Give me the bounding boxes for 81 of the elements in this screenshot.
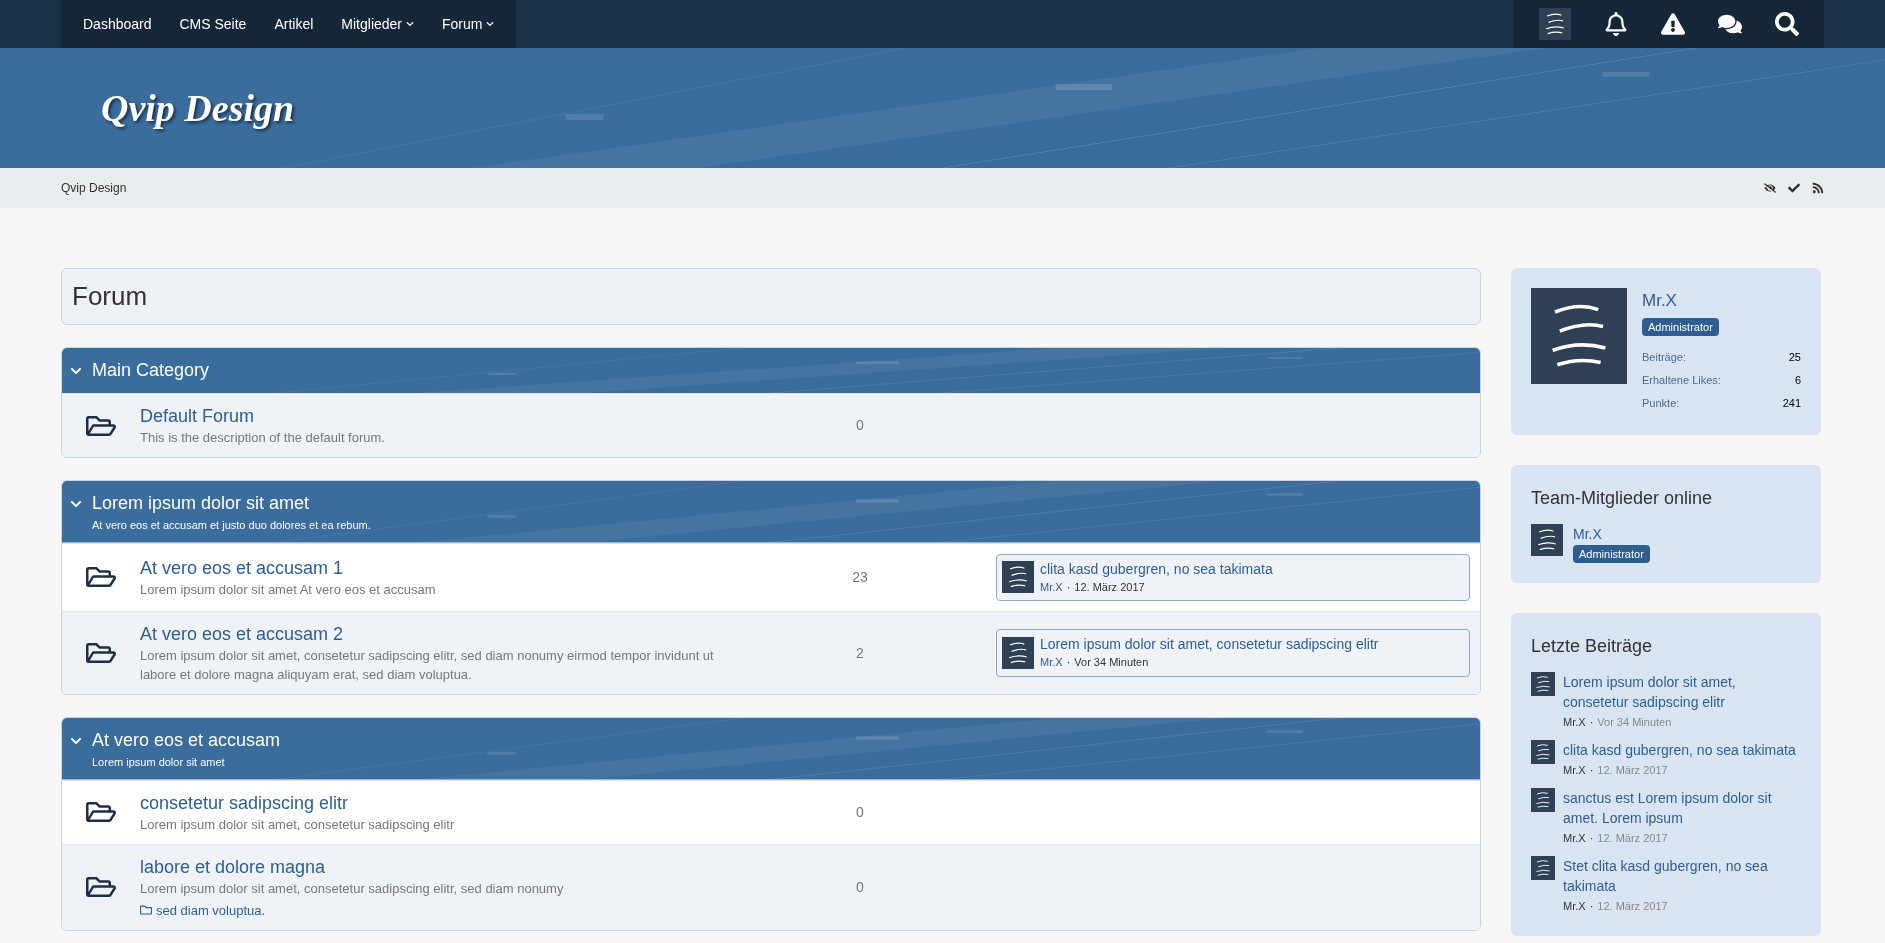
avatar xyxy=(1002,561,1034,594)
forum-description: Lorem ipsum dolor sit amet, consetetur sadipscing elitr xyxy=(140,815,456,834)
bell-icon[interactable] xyxy=(1603,12,1628,36)
category-title[interactable]: At vero eos et accusam xyxy=(92,727,281,754)
separator-dot: · xyxy=(1589,899,1594,914)
forum-title[interactable]: labore et dolore magna xyxy=(140,854,740,879)
last-post-title[interactable]: Lorem ipsum dolor sit amet, consetetur sadipscing elitr xyxy=(1040,635,1379,655)
forum-title[interactable]: At vero eos et accusam 1 xyxy=(140,555,740,580)
user-name[interactable]: Mr.X xyxy=(1573,523,1602,545)
separator-dot: · xyxy=(1589,831,1594,846)
rss-icon[interactable] xyxy=(1812,182,1824,194)
forum-title[interactable]: At vero eos et accusam 2 xyxy=(140,622,740,646)
search-icon[interactable] xyxy=(1775,12,1800,36)
forum-description: Lorem ipsum dolor sit amet, consetetur sadipscing elitr, sed diam nonumy eirmod tempor invidunt ut labore et dolore magna aliquyam erat, sed diam voluptua. xyxy=(140,647,715,684)
post-time: 12. März 2017 xyxy=(1074,579,1145,595)
chat-icon[interactable] xyxy=(1718,12,1743,36)
author-link[interactable]: Mr.X xyxy=(1563,896,1586,916)
avatar xyxy=(1531,788,1555,812)
post-count: 2 xyxy=(856,643,864,663)
forum-description: Lorem ipsum dolor sit amet At vero eos et accusam xyxy=(140,580,437,599)
stat-label: Punkte: xyxy=(1642,395,1680,411)
avatar xyxy=(1531,740,1555,764)
stat-value: 6 xyxy=(1794,372,1801,388)
category-description: At vero eos et accusam et justo duo dolores et ea rebum. xyxy=(91,518,372,533)
post-time: 12. März 2017 xyxy=(1597,899,1668,914)
author-link[interactable]: Mr.X xyxy=(1563,828,1586,848)
warning-icon[interactable] xyxy=(1660,12,1685,36)
author-link[interactable]: Mr.X xyxy=(1040,578,1063,595)
last-post-title[interactable]: clita kasd gubergren, no sea takimata xyxy=(1040,559,1273,579)
breadcrumb-link[interactable]: Qvip Design xyxy=(61,179,127,197)
category-title[interactable]: Main Category xyxy=(92,357,210,384)
stat-label: Beiträge: xyxy=(1642,349,1687,365)
check-icon[interactable] xyxy=(1788,182,1800,194)
category-title[interactable]: Lorem ipsum dolor sit amet xyxy=(92,490,310,517)
avatar xyxy=(1002,637,1034,669)
post-time: Vor 34 Minuten xyxy=(1074,655,1149,671)
post-count: 0 xyxy=(856,877,864,897)
forum-title[interactable]: Default Forum xyxy=(140,404,740,428)
page-title: Forum xyxy=(61,268,1481,325)
nav-link[interactable]: Artikel xyxy=(260,0,328,48)
user-name[interactable]: Mr.X xyxy=(1642,288,1801,314)
post-time: 12. März 2017 xyxy=(1597,763,1668,778)
stat-value: 25 xyxy=(1788,349,1801,365)
subforum-link[interactable]: sed diam voluptua. xyxy=(156,900,266,920)
nav-link[interactable]: CMS Seite xyxy=(165,0,261,48)
forum-title[interactable]: consetetur sadipscing elitr xyxy=(140,790,740,815)
avatar xyxy=(1538,8,1571,40)
post-link[interactable]: clita kasd gubergren, no sea takimata xyxy=(1563,740,1796,760)
separator-dot: · xyxy=(1066,579,1071,595)
author-link[interactable]: Mr.X xyxy=(1563,760,1586,780)
post-count: 0 xyxy=(856,416,864,435)
author-link[interactable]: Mr.X xyxy=(1040,654,1063,671)
avatar xyxy=(1531,523,1563,556)
post-count: 23 xyxy=(852,567,868,587)
avatar xyxy=(1531,856,1555,880)
forum-description: Lorem ipsum dolor sit amet, consetetur sadipscing elitr, sed diam nonumy xyxy=(140,879,565,898)
nav-link[interactable]: Mitglieder xyxy=(327,0,429,48)
post-time: Vor 34 Minuten xyxy=(1597,715,1672,730)
nav-link[interactable]: Dashboard xyxy=(69,0,166,48)
rank-badge: Administrator xyxy=(1642,317,1719,336)
folder-icon xyxy=(140,904,152,917)
nav-link[interactable]: Forum xyxy=(428,0,509,48)
separator-dot: · xyxy=(1589,715,1594,730)
post-time: 12. März 2017 xyxy=(1597,831,1668,846)
separator-dot: · xyxy=(1066,655,1071,671)
post-link[interactable]: Stet clita kasd gubergren, no sea takimata xyxy=(1563,856,1801,896)
separator-dot: · xyxy=(1589,763,1594,778)
post-link[interactable]: sanctus est Lorem ipsum dolor sit amet. Lorem ipsum xyxy=(1563,788,1801,828)
box-title: Letzte Beiträge xyxy=(1531,635,1654,658)
post-link[interactable]: Lorem ipsum dolor sit amet, consetetur sadipscing elitr xyxy=(1563,672,1801,712)
hide-icon[interactable] xyxy=(1764,182,1776,194)
post-count: 0 xyxy=(856,802,864,822)
author-link[interactable]: Mr.X xyxy=(1563,712,1586,732)
rank-badge: Administrator xyxy=(1573,544,1650,563)
box-title: Team-Mitglieder online xyxy=(1531,486,1714,510)
avatar xyxy=(1531,672,1555,696)
site-logo[interactable]: Qvip Design xyxy=(101,79,295,137)
forum-description: This is the description of the default forum. xyxy=(140,429,386,447)
category-description: Lorem ipsum dolor sit amet xyxy=(91,755,226,770)
stat-value: 241 xyxy=(1782,395,1801,411)
stat-label: Erhaltene Likes: xyxy=(1642,372,1721,388)
